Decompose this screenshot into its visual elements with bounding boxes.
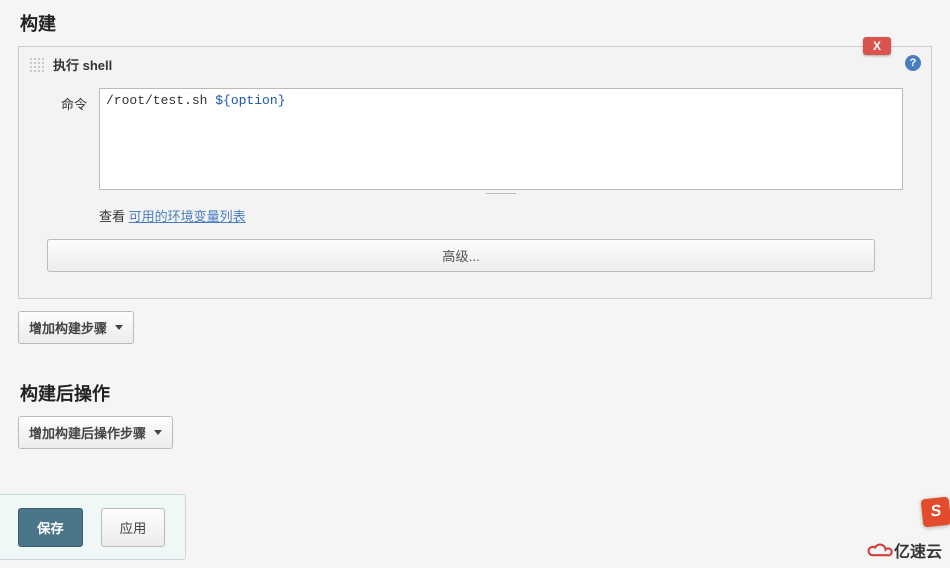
command-text-plain: /root/test.sh [106,93,215,108]
apply-button[interactable]: 应用 [101,508,166,547]
textarea-resize-handle[interactable] [99,190,903,196]
drag-handle-icon[interactable] [29,57,45,73]
save-button[interactable]: 保存 [18,508,83,547]
hint-prefix: 查看 [99,209,129,224]
save-bar: 保存 应用 [0,494,186,560]
command-input[interactable]: /root/test.sh ${option} [99,88,903,190]
build-step-header[interactable]: 执行 shell ? [19,47,931,82]
chevron-down-icon [154,430,162,435]
command-label: 命令 [47,88,87,113]
cloud-icon [866,542,890,558]
build-step-title: 执行 shell [53,55,112,74]
command-row: 命令 /root/test.sh ${option} [47,88,903,190]
brand-logo[interactable]: 亿速云 [866,538,942,562]
advanced-button[interactable]: 高级... [47,239,875,272]
floating-badge[interactable]: S [921,497,950,528]
command-text-variable: ${option} [215,93,285,108]
env-vars-link[interactable]: 可用的环境变量列表 [129,209,246,224]
page-root: 构建 X 执行 shell ? 命令 /root/test.sh ${optio… [0,0,950,449]
env-vars-hint: 查看 可用的环境变量列表 [99,206,903,225]
brand-text: 亿速云 [894,538,942,562]
build-section-body: X 执行 shell ? 命令 /root/test.sh ${option} … [18,46,932,299]
build-step-content: 命令 /root/test.sh ${option} 查看 可用的环境变量列表 … [19,82,931,298]
help-icon[interactable]: ? [905,55,921,71]
add-post-build-step-dropdown[interactable]: 增加构建后操作步骤 [18,416,173,449]
add-build-step-dropdown[interactable]: 增加构建步骤 [18,311,134,344]
add-post-build-step-label: 增加构建后操作步骤 [29,423,146,442]
post-build-section-title: 构建后操作 [0,370,950,416]
build-step-shell: X 执行 shell ? 命令 /root/test.sh ${option} … [18,46,932,299]
build-section-title: 构建 [0,0,950,46]
chevron-down-icon [115,325,123,330]
add-build-step-label: 增加构建步骤 [29,318,107,337]
